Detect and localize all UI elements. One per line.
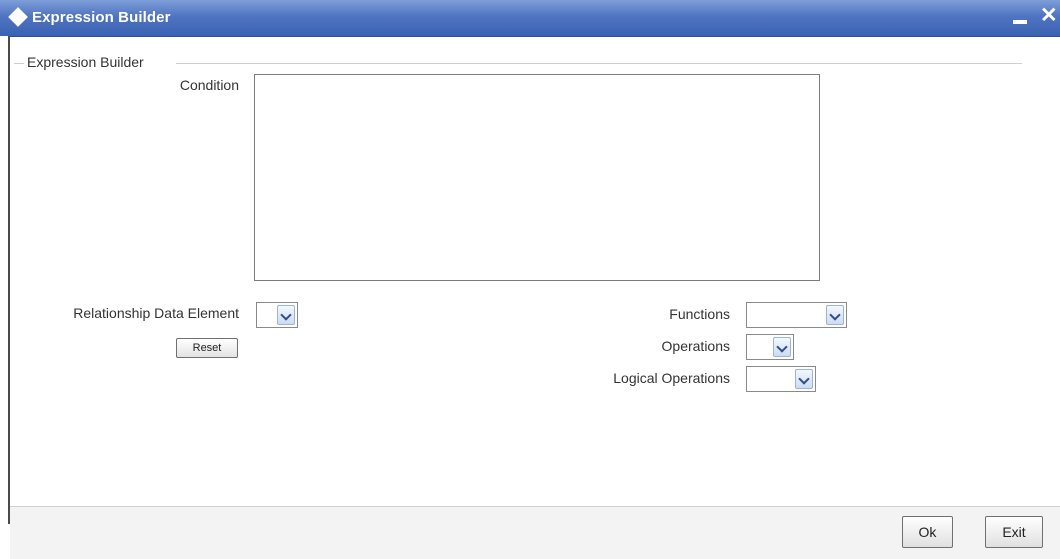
condition-textarea[interactable] [254,74,820,281]
relationship-data-element-select[interactable] [256,302,298,328]
chevron-down-icon [826,305,844,325]
title-bar: Expression Builder ✕ [0,0,1060,37]
relationship-data-element-label: Relationship Data Element [73,305,239,321]
condition-label: Condition [179,77,239,93]
functions-select[interactable] [746,302,847,328]
operations-select[interactable] [746,334,794,360]
close-icon[interactable]: ✕ [1040,3,1058,29]
chevron-down-icon [773,337,791,357]
fieldset-line-left [14,63,24,64]
window-title: Expression Builder [32,9,171,26]
reset-button[interactable]: Reset [176,338,238,358]
expression-builder-window: Expression Builder ✕ Expression Builder … [0,0,1060,559]
functions-label: Functions [669,306,730,322]
logical-operations-label: Logical Operations [613,370,730,386]
chevron-down-icon [795,369,813,389]
ok-button[interactable]: Ok [902,516,953,548]
minimize-icon[interactable] [1013,20,1027,24]
app-diamond-icon [8,7,28,27]
logical-operations-select[interactable] [746,366,816,392]
operations-label: Operations [661,338,730,354]
fieldset-line-right [176,63,1022,64]
exit-button[interactable]: Exit [985,516,1043,548]
chevron-down-icon [277,305,295,325]
left-border [0,36,10,524]
section-legend: Expression Builder [27,54,144,70]
